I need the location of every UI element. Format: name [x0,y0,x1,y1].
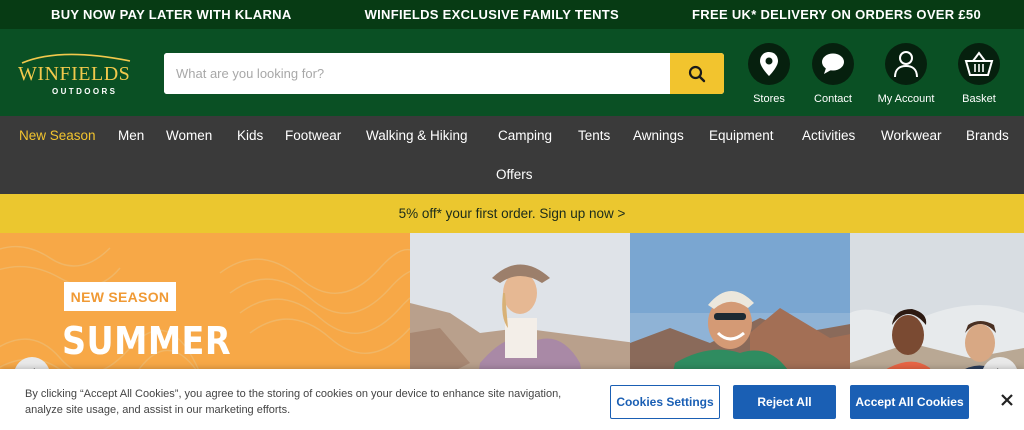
cookie-banner: By clicking “Accept All Cookies”, you ag… [0,369,1024,430]
nav-item-new-season[interactable]: New Season [19,128,96,143]
basket-link[interactable]: Basket [939,43,1019,105]
user-icon [885,43,927,85]
search-input[interactable] [164,53,670,94]
nav-item-brands[interactable]: Brands [966,128,1009,143]
nav-item-kids[interactable]: Kids [237,128,263,143]
close-cookie-banner-button[interactable] [998,391,1016,409]
nav-item-tents[interactable]: Tents [578,128,610,143]
contact-link[interactable]: Contact [793,43,873,105]
contact-label: Contact [814,93,852,105]
site-header: WINFIELDS OUTDOORS Stores Contact [0,29,1024,116]
nav-item-footwear[interactable]: Footwear [285,128,341,143]
close-icon [1001,394,1013,406]
logo-wordmark: WINFIELDS [18,63,131,85]
search-icon [688,65,706,82]
main-nav: New Season Men Women Kids Footwear Walki… [0,116,1024,194]
basket-icon [958,43,1000,85]
my-account-label: My Account [877,93,935,105]
my-account-link[interactable]: My Account [866,43,946,105]
promo-bar: BUY NOW PAY LATER WITH KLARNA WINFIELDS … [0,0,1024,29]
stores-label: Stores [753,93,785,105]
map-pin-icon [748,43,790,85]
signup-banner[interactable]: 5% off* your first order. Sign up now > [0,194,1024,233]
nav-item-equipment[interactable]: Equipment [709,128,774,143]
chat-bubble-icon [812,43,854,85]
new-season-badge: NEW SEASON [64,282,176,311]
nav-item-camping[interactable]: Camping [498,128,552,143]
new-season-badge-text: NEW SEASON [70,288,170,305]
nav-item-offers[interactable]: Offers [496,167,533,182]
reject-all-button[interactable]: Reject All [733,385,836,419]
promo-family-tents[interactable]: WINFIELDS EXCLUSIVE FAMILY TENTS [365,7,619,22]
nav-item-activities[interactable]: Activities [802,128,855,143]
nav-item-women[interactable]: Women [166,128,212,143]
winfields-logo[interactable]: WINFIELDS OUTDOORS [16,49,136,99]
basket-label: Basket [962,93,996,105]
nav-item-awnings[interactable]: Awnings [633,128,684,143]
logo-subtitle: OUTDOORS [52,87,118,96]
nav-item-men[interactable]: Men [118,128,144,143]
signup-banner-text: 5% off* your first order. Sign up now > [398,206,626,221]
cookies-settings-button[interactable]: Cookies Settings [610,385,720,419]
promo-free-delivery[interactable]: FREE UK* DELIVERY ON ORDERS OVER £50 [692,7,981,22]
promo-klarna[interactable]: BUY NOW PAY LATER WITH KLARNA [51,7,292,22]
cookie-consent-text: By clicking “Accept All Cookies”, you ag… [25,388,562,416]
nav-item-walking-hiking[interactable]: Walking & Hiking [366,128,468,143]
search-bar [164,53,724,94]
nav-item-workwear[interactable]: Workwear [881,128,942,143]
search-button[interactable] [670,53,724,94]
accept-all-cookies-button[interactable]: Accept All Cookies [850,385,969,419]
hero-headline: SUMMER [62,319,232,363]
